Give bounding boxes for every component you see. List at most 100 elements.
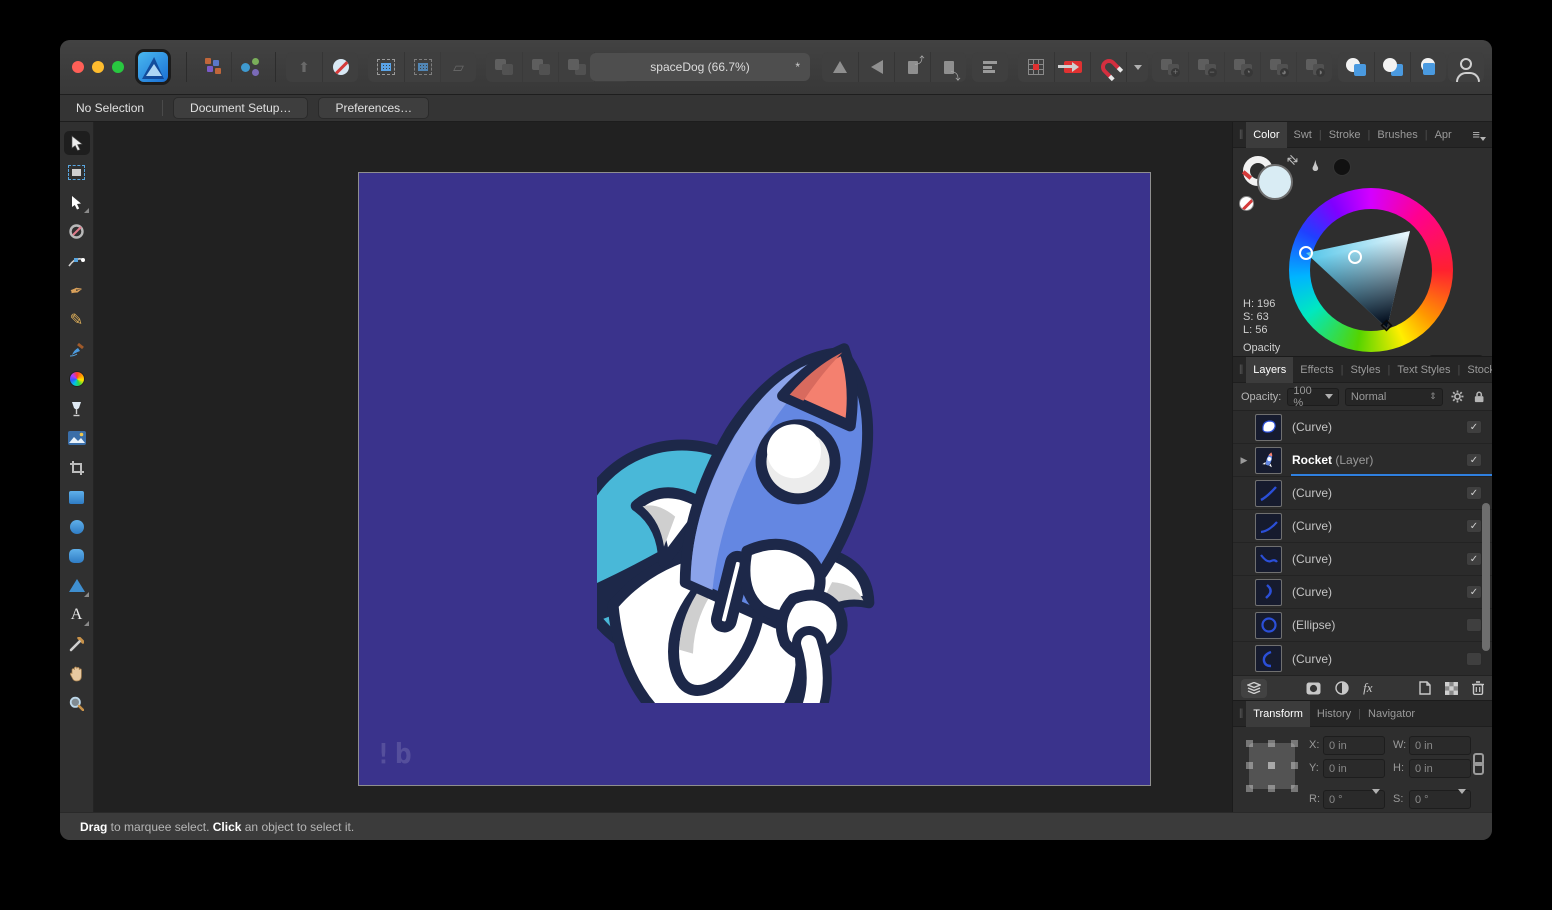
x-field[interactable]: 0 in <box>1323 736 1385 755</box>
move-tool[interactable] <box>64 131 90 155</box>
artboard-tool[interactable] <box>64 161 90 185</box>
layer-stack-icon[interactable] <box>1241 679 1267 698</box>
layer-visibility-checkbox[interactable]: ✓ <box>1466 552 1482 566</box>
picked-color-well[interactable] <box>1333 158 1351 176</box>
layer-row[interactable]: (Ellipse) <box>1233 609 1492 642</box>
point-transform-tool[interactable] <box>64 220 90 244</box>
corner-tool[interactable] <box>64 249 90 273</box>
checkerboard-icon[interactable] <box>1445 682 1458 695</box>
close-button[interactable] <box>72 61 84 73</box>
h-field[interactable]: 0 in <box>1409 759 1471 778</box>
fill-swatch[interactable] <box>1257 164 1293 200</box>
launcher-icon[interactable] <box>195 52 231 82</box>
layers-scrollbar[interactable] <box>1482 503 1490 651</box>
layer-visibility-checkbox[interactable]: ✓ <box>1466 420 1482 434</box>
vector-brush-tool[interactable] <box>64 338 90 362</box>
layer-settings-gear-icon[interactable] <box>1451 389 1464 404</box>
layer-visibility-checkbox[interactable] <box>1466 618 1482 632</box>
place-image-tool[interactable] <box>64 426 90 450</box>
new-layer-icon[interactable] <box>1419 681 1431 695</box>
adjustment-icon[interactable] <box>1335 681 1349 695</box>
ellipse-tool[interactable] <box>64 515 90 539</box>
blend-mode-select[interactable]: Normal⇕ <box>1345 388 1443 406</box>
color-panel-menu-icon[interactable]: ≡ <box>1472 127 1486 142</box>
pencil-tool[interactable]: ✎ <box>64 308 90 332</box>
link-dimensions-icon[interactable] <box>1473 753 1481 775</box>
layer-row[interactable]: (Curve) <box>1233 642 1492 675</box>
lock-icon[interactable] <box>1474 390 1484 404</box>
hue-wheel[interactable] <box>1289 188 1453 352</box>
trash-icon[interactable] <box>1472 681 1484 695</box>
alignment-icon[interactable] <box>972 52 1008 82</box>
affinity-designer-app-icon[interactable] <box>138 52 168 82</box>
account-icon[interactable] <box>1448 52 1484 82</box>
share-icon[interactable] <box>231 52 267 82</box>
tab-swatches[interactable]: Swt <box>1287 122 1319 148</box>
panel-grip-icon[interactable]: || <box>1239 708 1242 719</box>
tab-navigator[interactable]: Navigator <box>1361 701 1422 727</box>
tab-history[interactable]: History <box>1310 701 1358 727</box>
tab-appearance[interactable]: Apr <box>1428 122 1459 148</box>
move-forward-icon[interactable] <box>522 52 558 82</box>
tab-styles[interactable]: Styles <box>1344 357 1388 383</box>
node-tool[interactable] <box>64 190 90 214</box>
no-color-swatch[interactable] <box>1239 196 1254 211</box>
layer-row[interactable]: (Curve) ✓ <box>1233 576 1492 609</box>
color-eyedropper-icon[interactable]: 🌢 <box>1311 158 1320 175</box>
document-setup-button[interactable]: Document Setup… <box>173 97 308 119</box>
flip-vertical-icon[interactable] <box>858 52 894 82</box>
color-picker-tool[interactable] <box>64 633 90 657</box>
snapping-magnet-icon[interactable] <box>1090 52 1126 82</box>
boolean-combine-icon[interactable]: ◑ <box>1296 52 1332 82</box>
panel-grip-icon[interactable]: || <box>1239 364 1242 375</box>
artboard[interactable]: !b <box>358 172 1151 786</box>
zoom-tool[interactable] <box>64 692 90 716</box>
export-persona-icon[interactable]: ⬆ <box>286 52 322 82</box>
rectangle-tool[interactable] <box>64 485 90 509</box>
layer-row[interactable]: (Curve) ✓ <box>1233 477 1492 510</box>
tab-transform[interactable]: Transform <box>1246 701 1310 727</box>
mask-icon[interactable] <box>1306 682 1321 695</box>
canvas-area[interactable]: !b <box>94 122 1232 812</box>
y-field[interactable]: 0 in <box>1323 759 1385 778</box>
insert-on-top-icon[interactable] <box>1410 52 1446 82</box>
tab-color[interactable]: Color <box>1246 122 1286 148</box>
boolean-subtract-icon[interactable]: − <box>1188 52 1224 82</box>
layer-expand-icon[interactable]: ▶ <box>1233 455 1255 466</box>
tab-layers[interactable]: Layers <box>1246 357 1293 383</box>
insert-behind-icon[interactable] <box>1338 52 1374 82</box>
saturation-triangle[interactable] <box>1289 188 1453 352</box>
triangle-tool[interactable] <box>64 574 90 598</box>
marquee-subtract-icon[interactable] <box>404 52 440 82</box>
layer-visibility-checkbox[interactable]: ✓ <box>1466 486 1482 500</box>
boolean-intersect-icon[interactable]: ◔ <box>1224 52 1260 82</box>
transform-mode-icon[interactable]: ▱ <box>440 52 476 82</box>
transparency-tool[interactable] <box>64 397 90 421</box>
layer-visibility-checkbox[interactable] <box>1466 652 1482 666</box>
layer-row-rocket[interactable]: ▶ Rocket (Layer) ✓ <box>1233 444 1492 477</box>
layer-opacity-select[interactable]: 100 % <box>1287 388 1339 406</box>
preferences-button[interactable]: Preferences… <box>318 97 429 119</box>
pen-tool[interactable]: ✒ <box>64 279 90 303</box>
rounded-rectangle-tool[interactable] <box>64 544 90 568</box>
tab-text-styles[interactable]: Text Styles <box>1390 357 1457 383</box>
boolean-add-icon[interactable]: + <box>1152 52 1188 82</box>
s-field[interactable]: 0 ° <box>1409 790 1471 809</box>
w-field[interactable]: 0 in <box>1409 736 1471 755</box>
tab-effects[interactable]: Effects <box>1293 357 1340 383</box>
rotate-ccw-icon[interactable] <box>894 52 930 82</box>
crop-tool[interactable] <box>64 456 90 480</box>
minimize-button[interactable] <box>92 61 104 73</box>
tab-brushes[interactable]: Brushes <box>1370 122 1424 148</box>
force-pixel-alignment-icon[interactable] <box>1054 52 1090 82</box>
rotate-cw-icon[interactable] <box>930 52 966 82</box>
r-field[interactable]: 0 ° <box>1323 790 1385 809</box>
layer-row[interactable]: (Curve) ✓ <box>1233 543 1492 576</box>
pixel-persona-icon[interactable] <box>322 52 358 82</box>
tab-stroke[interactable]: Stroke <box>1322 122 1368 148</box>
layer-visibility-checkbox[interactable]: ✓ <box>1466 585 1482 599</box>
fx-icon[interactable]: fx <box>1363 680 1372 696</box>
flip-horizontal-icon[interactable] <box>822 52 858 82</box>
layer-row[interactable]: (Curve) ✓ <box>1233 510 1492 543</box>
anchor-point-selector[interactable] <box>1249 743 1295 789</box>
